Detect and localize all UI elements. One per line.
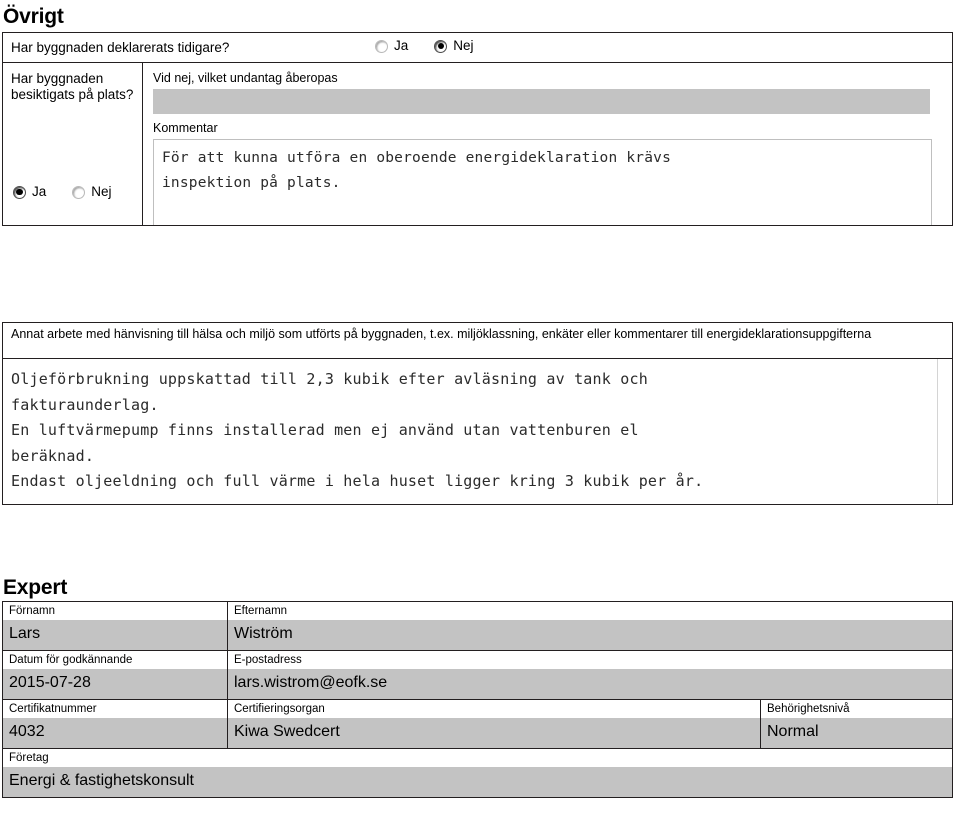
annat-arbete-panel: Annat arbete med hänvisning till hälsa o…	[2, 322, 953, 505]
cell-efternamn: Efternamn Wiström	[228, 602, 952, 650]
expert-table: Förnamn Lars Efternamn Wiström Datum för…	[2, 601, 953, 798]
label-undantag: Vid nej, vilket undantag åberopas	[153, 71, 338, 85]
table-row: Datum för godkännande 2015-07-28 E-posta…	[3, 651, 952, 700]
radio-checked-icon[interactable]	[434, 39, 448, 53]
cell-value[interactable]: 4032	[3, 718, 227, 748]
undantag-input[interactable]	[153, 89, 930, 114]
cell-value[interactable]: Kiwa Swedcert	[228, 718, 760, 748]
label-inspected-question: Har byggnaden besiktigats på plats?	[11, 71, 134, 102]
radio-group-inspected[interactable]: Ja Nej	[13, 185, 112, 199]
radio-option-declared-ja[interactable]: Ja	[375, 39, 408, 53]
column-undantag-kommentar: Vid nej, vilket undantag åberopas Kommen…	[143, 63, 952, 225]
cell-value[interactable]: Normal	[761, 718, 952, 748]
table-row: Företag Energi & fastighetskonsult	[3, 749, 952, 797]
radio-checked-icon[interactable]	[13, 185, 26, 199]
cell-certifikatnummer: Certifikatnummer 4032	[3, 700, 228, 748]
radio-label-declared-ja: Ja	[394, 38, 409, 53]
table-row: Certifikatnummer 4032 Certifieringsorgan…	[3, 700, 952, 749]
cell-value[interactable]: Energi & fastighetskonsult	[3, 767, 952, 797]
cell-value[interactable]: Wiström	[228, 620, 952, 650]
section-heading-expert: Expert	[3, 576, 68, 599]
cell-epostadress: E-postadress lars.wistrom@eofk.se	[228, 651, 952, 699]
annat-arbete-text: Oljeförbrukning uppskattad till 2,3 kubi…	[11, 370, 704, 490]
column-inspected: Har byggnaden besiktigats på plats? Ja N…	[3, 63, 143, 225]
radio-unchecked-icon[interactable]	[375, 39, 388, 53]
annat-arbete-scrollbar[interactable]	[937, 359, 952, 504]
cell-datum-godkannande: Datum för godkännande 2015-07-28	[3, 651, 228, 699]
radio-option-inspected-ja[interactable]: Ja	[13, 185, 46, 199]
kommentar-textarea[interactable]: För att kunna utföra en oberoende energi…	[153, 139, 932, 225]
cell-label: E-postadress	[228, 651, 952, 669]
section-heading-ovrigt: Övrigt	[3, 5, 64, 28]
cell-label: Certifikatnummer	[3, 700, 227, 718]
cell-label: Efternamn	[228, 602, 952, 620]
table-row: Förnamn Lars Efternamn Wiström	[3, 602, 952, 651]
ovrigt-panel: Har byggnaden deklarerats tidigare? Ja N…	[2, 32, 953, 226]
radio-label-declared-nej: Nej	[453, 38, 474, 53]
document-page: Övrigt Har byggnaden deklarerats tidigar…	[0, 0, 960, 827]
cell-value[interactable]: lars.wistrom@eofk.se	[228, 669, 952, 699]
radio-option-inspected-nej[interactable]: Nej	[72, 184, 112, 199]
kommentar-text: För att kunna utföra en oberoende energi…	[162, 150, 671, 191]
cell-value[interactable]: 2015-07-28	[3, 669, 227, 699]
label-declared-question: Har byggnaden deklarerats tidigare?	[11, 40, 230, 55]
label-kommentar: Kommentar	[153, 121, 218, 135]
cell-label: Förnamn	[3, 602, 227, 620]
radio-option-declared-nej[interactable]: Nej	[434, 38, 474, 53]
radio-label-inspected-nej: Nej	[91, 184, 112, 199]
cell-fornamn: Förnamn Lars	[3, 602, 228, 650]
annat-arbete-textarea[interactable]: Oljeförbrukning uppskattad till 2,3 kubi…	[3, 359, 952, 504]
row-declared-previously: Har byggnaden deklarerats tidigare? Ja N…	[3, 33, 952, 63]
cell-label: Datum för godkännande	[3, 651, 227, 669]
radio-label-inspected-ja: Ja	[32, 184, 47, 199]
cell-label: Certifieringsorgan	[228, 700, 760, 718]
label-annat-arbete: Annat arbete med hänvisning till hälsa o…	[11, 327, 872, 341]
cell-behorighetsniva: Behörighetsnivå Normal	[761, 700, 952, 748]
cell-certifieringsorgan: Certifieringsorgan Kiwa Swedcert	[228, 700, 761, 748]
annat-arbete-header: Annat arbete med hänvisning till hälsa o…	[3, 323, 952, 359]
cell-label: Företag	[3, 749, 952, 767]
cell-value[interactable]: Lars	[3, 620, 227, 650]
radio-unchecked-icon[interactable]	[72, 185, 86, 199]
cell-foretag: Företag Energi & fastighetskonsult	[3, 749, 952, 797]
radio-group-declared[interactable]: Ja Nej	[375, 39, 474, 53]
cell-label: Behörighetsnivå	[761, 700, 952, 718]
